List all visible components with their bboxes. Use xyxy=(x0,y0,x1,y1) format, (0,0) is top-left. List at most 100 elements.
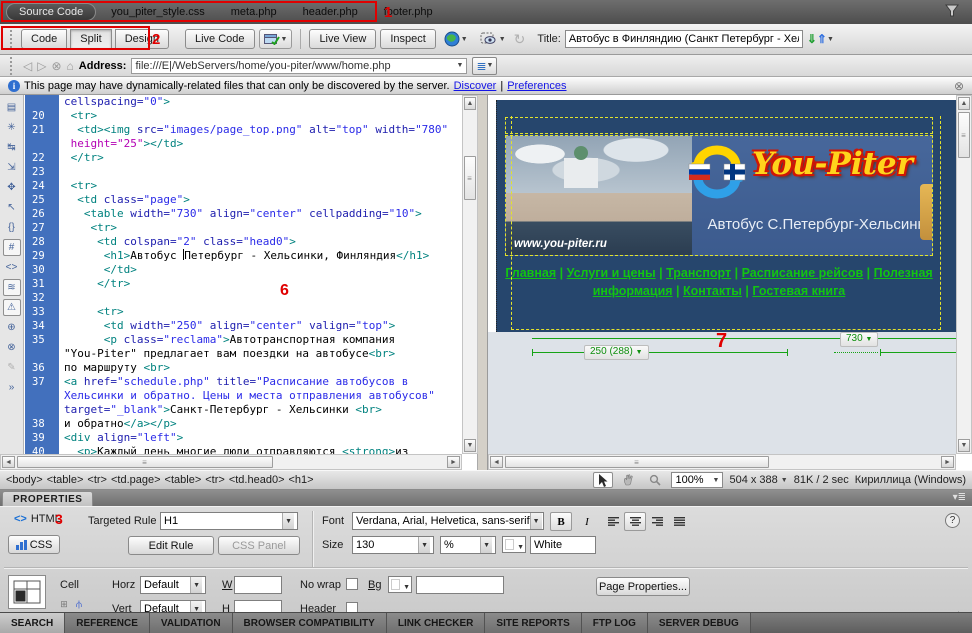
results-tab-search[interactable]: SEARCH xyxy=(0,613,65,633)
home-icon[interactable]: ⌂ xyxy=(67,59,74,73)
code-horizontal-scrollbar[interactable]: ◄ ≡ ► xyxy=(0,454,462,470)
bg-color-input[interactable] xyxy=(416,576,504,594)
apply-comment-icon[interactable]: ⊕ xyxy=(3,319,21,336)
tag-selector[interactable]: <body><table><tr><td.page><table><tr><td… xyxy=(6,474,318,486)
tag-selector-item[interactable]: <table> xyxy=(165,474,202,486)
bold-button[interactable]: B xyxy=(550,512,572,531)
collapse-selection-icon[interactable]: ⇲ xyxy=(3,159,21,176)
filter-funnel-icon[interactable] xyxy=(944,4,960,21)
tag-selector-item[interactable]: <tr> xyxy=(87,474,107,486)
nav-link[interactable]: Главная xyxy=(505,266,556,280)
tag-selector-item[interactable]: <td.page> xyxy=(111,474,161,486)
preferences-link[interactable]: Preferences xyxy=(507,80,566,92)
align-right-icon[interactable] xyxy=(646,512,668,531)
text-color-swatch[interactable]: ▼ xyxy=(502,536,526,553)
title-input[interactable] xyxy=(565,30,803,48)
line-numbers-icon[interactable]: # xyxy=(3,239,21,256)
size-unit-combo[interactable]: %▼ xyxy=(440,536,496,554)
design-view-button[interactable]: Design xyxy=(115,29,169,49)
panel-menu-icon[interactable]: ▾≣ xyxy=(953,492,966,503)
select-tool-icon[interactable] xyxy=(593,472,613,488)
code-vertical-scrollbar[interactable]: ▲ ≡ ▼ xyxy=(462,95,478,454)
results-tab-server-debug[interactable]: SERVER DEBUG xyxy=(648,613,751,633)
back-icon[interactable]: ◁ xyxy=(23,59,32,73)
preview-in-browser-icon[interactable]: ▼ xyxy=(440,29,472,49)
live-code-button[interactable]: Live Code xyxy=(185,29,255,49)
expand-all-icon[interactable]: ✥ xyxy=(3,179,21,196)
help-icon[interactable]: ? xyxy=(945,513,960,528)
table-width-indicator[interactable]: 730 ▼ xyxy=(840,332,878,347)
edit-rule-button[interactable]: Edit Rule xyxy=(128,536,214,555)
properties-tab[interactable]: PROPERTIES xyxy=(2,491,93,506)
results-tab-ftp-log[interactable]: FTP LOG xyxy=(582,613,648,633)
tag-selector-item[interactable]: <table> xyxy=(47,474,84,486)
window-size-indicator[interactable]: 504 x 388▼ xyxy=(729,474,787,486)
word-wrap-icon[interactable]: ≋ xyxy=(3,279,21,296)
results-tab-link-checker[interactable]: LINK CHECKER xyxy=(387,613,486,633)
syntax-error-alerts-icon[interactable]: ⚠ xyxy=(3,299,21,316)
results-tab-browser-compatibility[interactable]: BROWSER COMPATIBILITY xyxy=(233,613,387,633)
related-file-tab[interactable]: meta.php xyxy=(218,3,290,21)
address-input[interactable]: file:///E|/WebServers/home/you-piter/www… xyxy=(131,58,467,74)
nowrap-checkbox[interactable] xyxy=(346,578,358,590)
tag-selector-item[interactable]: <tr> xyxy=(205,474,225,486)
results-tab-reference[interactable]: REFERENCE xyxy=(65,613,150,633)
code-navigator-icon[interactable]: ✳ xyxy=(3,119,21,136)
highlight-invalid-code-icon[interactable]: <> xyxy=(3,259,21,276)
merge-cells-icon[interactable]: ⊞ xyxy=(56,597,72,611)
design-vertical-scrollbar[interactable]: ▲ ≡ ▼ xyxy=(956,95,972,454)
open-documents-icon[interactable]: ▤ xyxy=(3,99,21,116)
cell-width-input[interactable] xyxy=(234,576,282,594)
live-view-button[interactable]: Live View xyxy=(309,29,376,49)
zoom-tool-icon[interactable] xyxy=(645,472,665,488)
discover-link[interactable]: Discover xyxy=(454,80,497,92)
nav-link[interactable]: Услуги и цены xyxy=(567,266,656,280)
align-justify-icon[interactable] xyxy=(668,512,690,531)
results-tab-site-reports[interactable]: SITE REPORTS xyxy=(485,613,581,633)
nav-link[interactable]: Расписание рейсов xyxy=(742,266,864,280)
related-file-tab[interactable]: header.php xyxy=(290,3,371,21)
address-bar-grip[interactable] xyxy=(10,57,14,75)
split-view-button[interactable]: Split xyxy=(70,29,111,49)
nav-link[interactable]: Гостевая книга xyxy=(752,284,845,298)
css-panel-button[interactable]: CSS Panel xyxy=(218,536,300,555)
browser-check-icon[interactable]: ▼ xyxy=(259,29,293,49)
text-color-input[interactable] xyxy=(530,536,596,554)
toolbar-grip[interactable] xyxy=(10,30,14,48)
column-width-indicator[interactable]: 250 (288) ▼ xyxy=(584,345,649,360)
more-options-icon[interactable]: » xyxy=(3,379,21,396)
tag-selector-item[interactable]: <body> xyxy=(6,474,43,486)
remove-comment-icon[interactable]: ⊗ xyxy=(3,339,21,356)
hand-tool-icon[interactable] xyxy=(619,472,639,488)
code-editor[interactable]: cellspacing="0">20 <tr>21 <td><img src="… xyxy=(25,95,461,454)
bg-color-swatch[interactable]: ▼ xyxy=(388,576,412,593)
collapse-full-tag-icon[interactable]: ↹ xyxy=(3,139,21,156)
forward-icon[interactable]: ▷ xyxy=(37,59,46,73)
size-combo[interactable]: 130▼ xyxy=(352,536,434,554)
results-tab-validation[interactable]: VALIDATION xyxy=(150,613,233,633)
align-left-icon[interactable] xyxy=(602,512,624,531)
tag-selector-item[interactable]: <h1> xyxy=(289,474,314,486)
related-file-tab[interactable]: footer.php xyxy=(371,3,446,21)
font-combo[interactable]: Verdana, Arial, Helvetica, sans-serif▼ xyxy=(352,512,544,530)
stop-icon[interactable]: ⊗ xyxy=(51,59,61,73)
design-horizontal-scrollbar[interactable]: ◄ ≡ ► xyxy=(488,454,956,470)
pane-splitter[interactable] xyxy=(478,95,488,470)
targeted-rule-combo[interactable]: H1▼ xyxy=(160,512,298,530)
magnification-combo[interactable]: 100%▼ xyxy=(671,472,723,488)
html-mode-button[interactable]: <> HTML xyxy=(14,513,61,525)
balance-braces-icon[interactable]: {} xyxy=(3,219,21,236)
horz-combo[interactable]: Default▼ xyxy=(140,576,206,594)
italic-button[interactable]: I xyxy=(576,512,598,531)
related-file-tab[interactable]: you_piter_style.css xyxy=(98,3,218,21)
code-view-button[interactable]: Code xyxy=(21,29,67,49)
align-center-icon[interactable] xyxy=(624,512,646,531)
source-code-tab[interactable]: Source Code xyxy=(6,3,96,21)
design-view-pane[interactable]: www.you-piter.ru xyxy=(488,95,972,470)
inspect-button[interactable]: Inspect xyxy=(380,29,435,49)
file-transfer-icon[interactable]: ⇓⇑▼ xyxy=(807,32,834,46)
split-cell-icon[interactable]: ⫛ xyxy=(76,599,82,610)
nav-link[interactable]: Контакты xyxy=(683,284,742,298)
check-page-icon[interactable]: ▼ xyxy=(476,29,510,49)
format-source-code-icon[interactable]: ✎ xyxy=(3,359,21,376)
